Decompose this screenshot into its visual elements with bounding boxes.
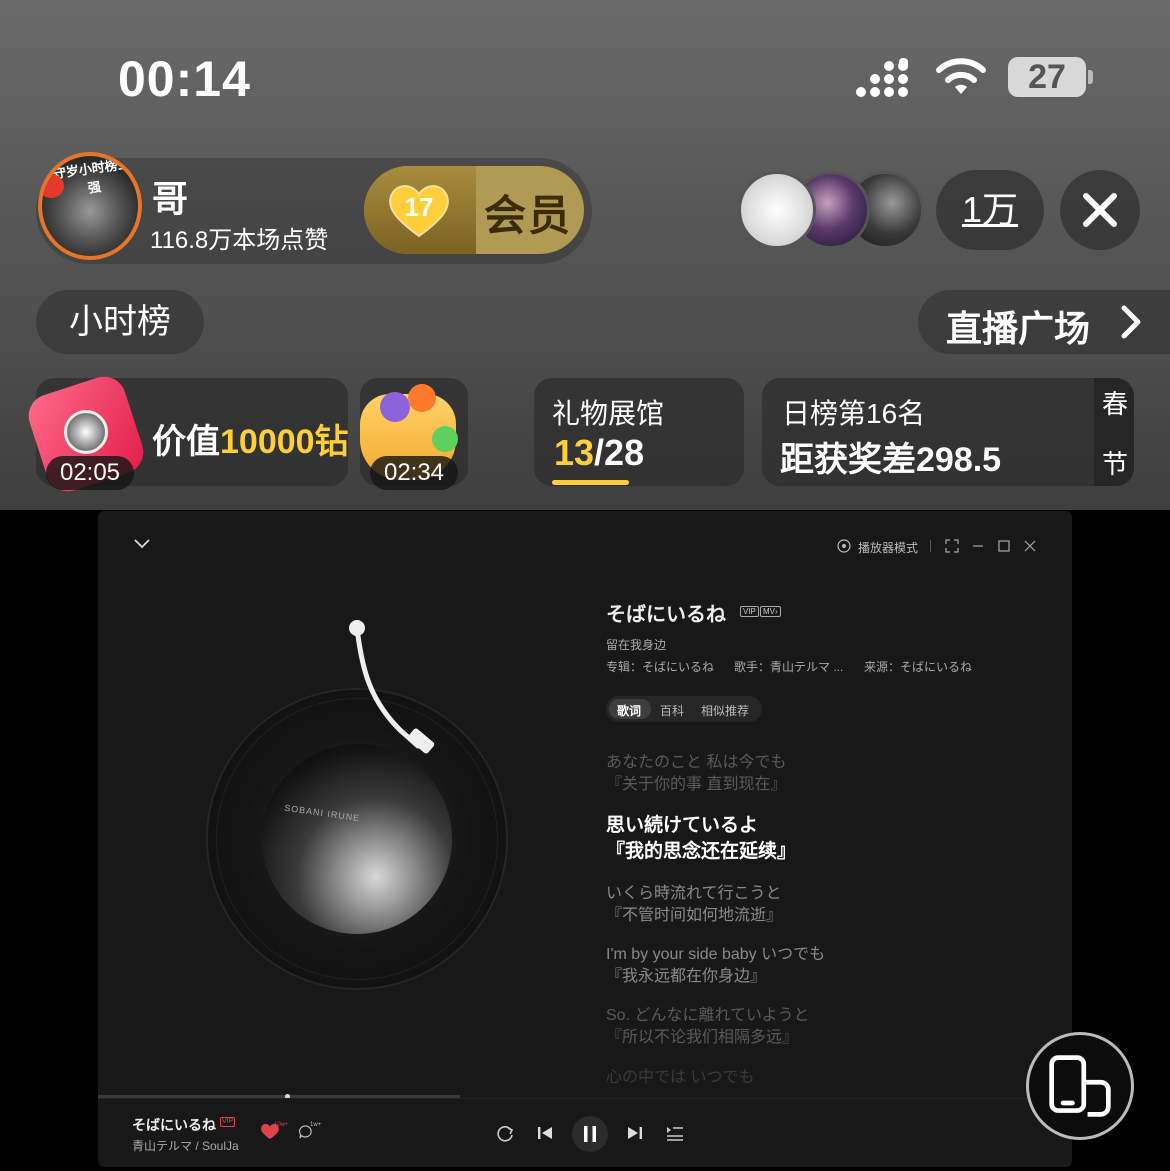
player-mode-button[interactable]: 播放器模式 bbox=[858, 539, 918, 556]
tab-wiki[interactable]: 百科 bbox=[660, 702, 684, 719]
gift-hall-title: 礼物展馆 bbox=[552, 398, 665, 429]
status-time: 00:14 bbox=[118, 51, 251, 107]
rotate-device-icon bbox=[1049, 1055, 1111, 1117]
song-title: そばにいるね bbox=[606, 604, 726, 626]
box-timer: 02:34 bbox=[370, 456, 458, 490]
daily-rank-title: 日榜第16名 bbox=[782, 398, 926, 429]
comment-count: 1w+ bbox=[310, 1122, 322, 1128]
battery-indicator: 27 bbox=[1008, 57, 1093, 97]
lyric-line[interactable]: So. どんなに離れていようと bbox=[606, 1001, 810, 1025]
live-plaza-label: 直播广场 bbox=[946, 308, 1091, 349]
vip-tag: VIP bbox=[740, 606, 759, 617]
gift-value-text: 价值10000钻 bbox=[152, 423, 349, 461]
host-likes-count: 116.8万本场点赞 bbox=[150, 227, 329, 254]
pause-button[interactable] bbox=[572, 1116, 608, 1152]
lyric-line[interactable]: I'm by your side baby いつでも bbox=[606, 940, 825, 964]
host-avatar[interactable]: 守岁小时榜五强 bbox=[38, 152, 142, 260]
lyric-translation: 『关于你的事 直到现在』 bbox=[606, 776, 787, 793]
cellular-signal-icon bbox=[856, 58, 908, 97]
lyric-line[interactable]: 心の中では いつでも bbox=[606, 1063, 754, 1087]
chevron-right-icon bbox=[1121, 305, 1141, 339]
fullscreen-icon[interactable] bbox=[944, 538, 960, 554]
repeat-icon[interactable] bbox=[494, 1122, 516, 1144]
lyric-translation: 『我永远都在你身边』 bbox=[606, 968, 767, 985]
minimize-icon[interactable] bbox=[970, 538, 986, 554]
hour-rank-button[interactable]: 小时榜 bbox=[36, 290, 204, 354]
wifi-icon bbox=[936, 58, 986, 94]
audience-avatar[interactable] bbox=[738, 171, 816, 249]
festival-tab[interactable]: 春 节 bbox=[1094, 378, 1134, 486]
gift-hall-progress-fill bbox=[552, 480, 629, 485]
next-icon[interactable] bbox=[624, 1122, 646, 1144]
host-name: 哥 bbox=[152, 178, 189, 219]
lyric-translation: 『所以不论我们相隔多远』 bbox=[606, 1029, 799, 1046]
lyric-line[interactable]: いくら時流れて行こうと bbox=[606, 879, 782, 903]
vip-label: 会员 bbox=[484, 192, 573, 239]
previous-icon[interactable] bbox=[534, 1122, 556, 1144]
tab-lyrics[interactable]: 歌词 bbox=[617, 702, 641, 719]
song-singer[interactable]: 歌手：青山テルマ ... bbox=[734, 658, 843, 675]
maximize-icon[interactable] bbox=[996, 538, 1012, 554]
lyric-translation: 『不管时间如何地流逝』 bbox=[606, 907, 783, 924]
diamond-icon bbox=[64, 410, 108, 454]
playlist-icon[interactable] bbox=[664, 1122, 686, 1144]
gift-hall-progress: 13/28 bbox=[554, 432, 645, 473]
song-source[interactable]: 来源：そばにいるね bbox=[864, 658, 972, 675]
lyric-line[interactable]: あなたのこと 私は今でも bbox=[606, 748, 786, 772]
tab-similar[interactable]: 相似推荐 bbox=[701, 702, 749, 719]
close-button[interactable] bbox=[1060, 170, 1140, 250]
daily-rank-gap: 距获奖差298.5 bbox=[780, 441, 1002, 479]
close-icon bbox=[1083, 193, 1117, 227]
mv-tag[interactable]: MV› bbox=[760, 606, 781, 617]
now-playing-title[interactable]: そばにいるね bbox=[132, 1115, 216, 1135]
vip-level: 17 bbox=[404, 192, 434, 222]
lyric-line-current[interactable]: 思い続けているよ bbox=[606, 810, 758, 837]
like-count: 10w+ bbox=[274, 1122, 289, 1128]
now-playing-artist[interactable]: 青山テルマ / SoulJa bbox=[132, 1137, 239, 1154]
now-playing-vip-tag: VIP bbox=[220, 1117, 236, 1127]
player-mode-icon[interactable] bbox=[836, 538, 852, 554]
rotate-screen-button[interactable] bbox=[1026, 1032, 1134, 1140]
tonearm-icon bbox=[349, 620, 435, 754]
chevron-down-icon[interactable] bbox=[132, 533, 152, 553]
pause-icon bbox=[584, 1126, 596, 1142]
lantern-icon bbox=[42, 174, 64, 198]
lyric-translation-current: 『我的思念还在延续』 bbox=[606, 841, 797, 862]
gift-timer: 02:05 bbox=[46, 456, 134, 490]
song-translation: 留在我身边 bbox=[606, 638, 667, 652]
audience-count-button[interactable]: 1万 bbox=[936, 170, 1044, 250]
song-album[interactable]: 专辑：そばにいるね bbox=[606, 658, 714, 675]
close-window-icon[interactable] bbox=[1022, 538, 1038, 554]
